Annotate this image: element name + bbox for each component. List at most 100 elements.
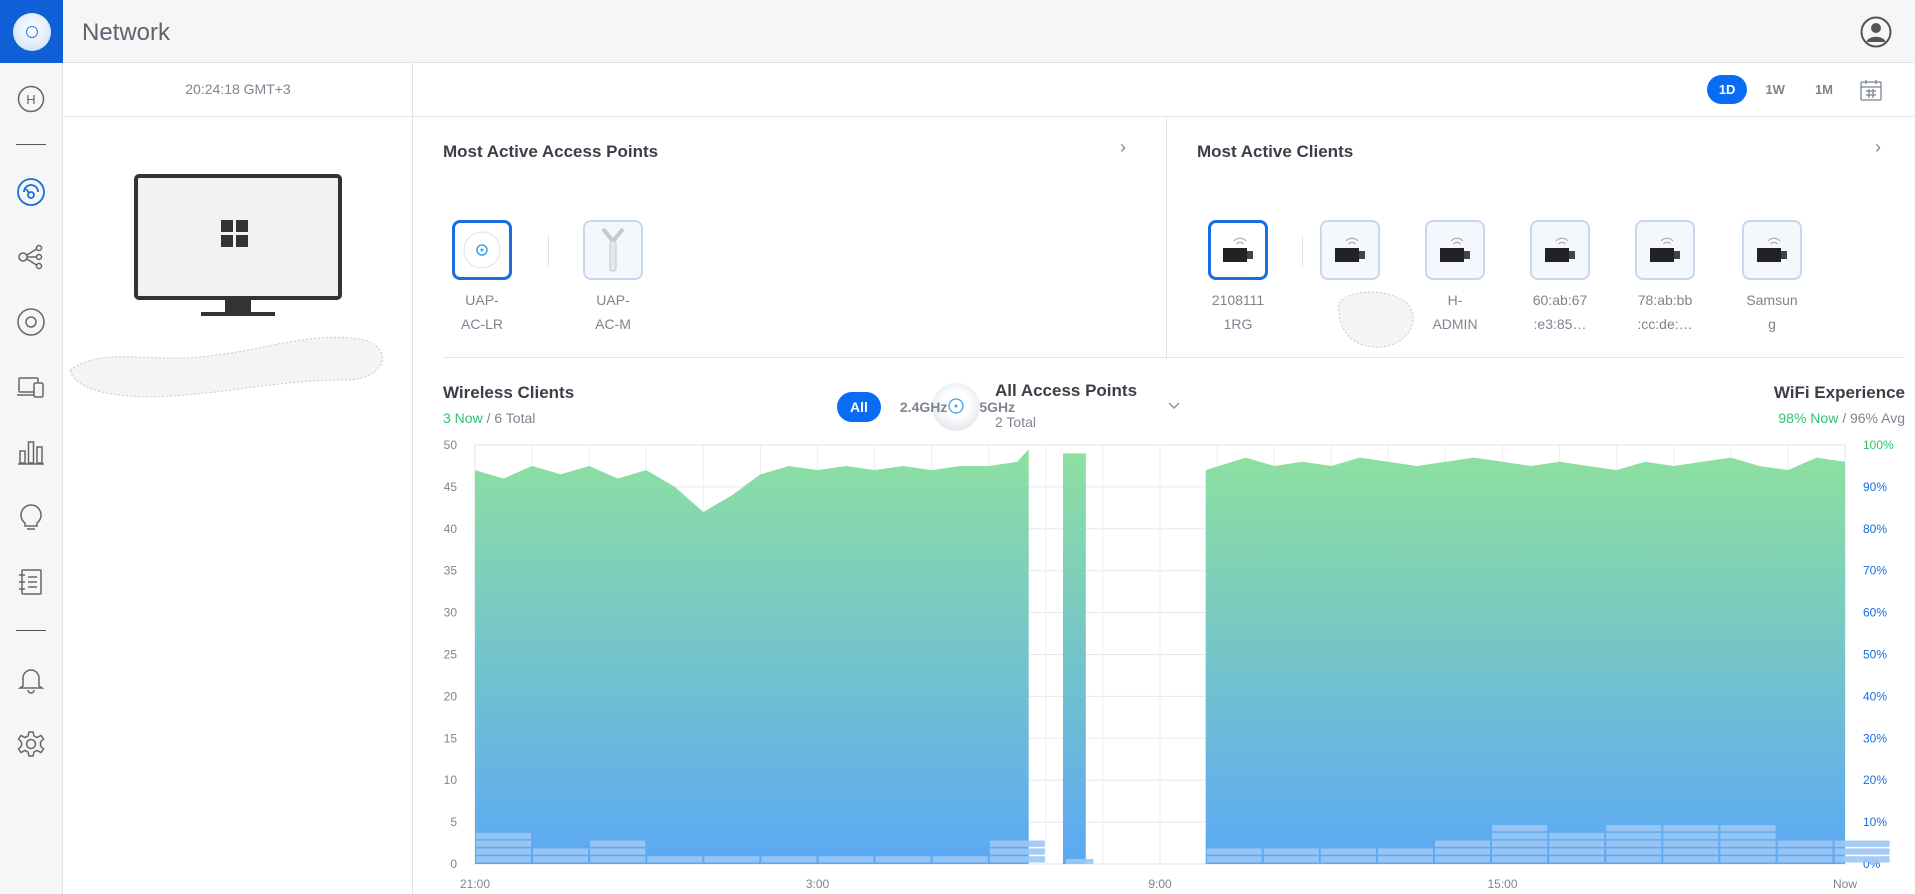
wifi-experience-title: WiFi Experience [1773, 383, 1905, 402]
client-label-line2: :e3:85… [1533, 316, 1587, 332]
y-tick-label: 0 [450, 857, 457, 871]
y2-tick-label: 40% [1863, 689, 1887, 703]
client-bar [1720, 840, 1776, 847]
client-bar [533, 848, 589, 855]
client-bar [1777, 856, 1833, 863]
client-label-line2: 1RG [1223, 316, 1253, 332]
mesh-ap-icon [601, 227, 625, 272]
client-bar [1606, 856, 1662, 863]
x-tick-label: 9:00 [1148, 877, 1172, 891]
home-icon[interactable]: H [15, 83, 47, 115]
client-bar [761, 856, 817, 863]
client-tile[interactable] [1208, 220, 1268, 280]
statistics-icon[interactable] [15, 436, 47, 468]
client-item[interactable]: 2108111 1RG [1206, 220, 1270, 336]
chevron-right-icon[interactable]: › [1120, 137, 1126, 158]
client-tile[interactable] [1530, 220, 1590, 280]
wireless-clients-summary: 3 Now / 6 Total [443, 410, 535, 426]
client-item[interactable]: Samsun g [1740, 220, 1804, 336]
client-item[interactable]: 78:ab:bb:cc:de:… [1633, 220, 1697, 336]
band-tab-24ghz[interactable]: 2.4GHz [887, 392, 960, 422]
y-tick-label: 45 [444, 480, 458, 494]
client-bar [1606, 825, 1662, 832]
gear-icon[interactable] [15, 728, 47, 760]
scribble-mark [1338, 291, 1414, 348]
client-label-line1: 78:ab:bb [1637, 292, 1693, 308]
events-icon[interactable] [15, 566, 47, 598]
client-bar [1663, 840, 1719, 847]
band-tab-5ghz[interactable]: 5GHz [966, 392, 1028, 422]
ap-item[interactable]: UAP- AC-M [581, 220, 645, 336]
wifi-now: 98% Now [1778, 410, 1839, 426]
home-letter: H [26, 92, 35, 107]
range-tab-1w[interactable]: 1W [1753, 75, 1797, 104]
divider [548, 236, 549, 266]
chevron-right-icon[interactable]: › [1875, 137, 1881, 158]
client-tile[interactable] [1320, 220, 1380, 280]
ap-label-line2: AC-M [595, 316, 631, 332]
client-bar [1206, 848, 1262, 855]
wifi-experience-summary: 98% Now / 96% Avg [1778, 410, 1905, 426]
client-item[interactable]: 60:ab:67 :e3:85… [1528, 220, 1592, 336]
client-bar [1720, 825, 1776, 832]
client-tile[interactable] [1742, 220, 1802, 280]
band-tab-all[interactable]: All [837, 392, 881, 422]
chevron-down-icon[interactable] [1167, 401, 1181, 411]
topology-icon[interactable] [15, 241, 47, 273]
wireless-client-icon [1757, 237, 1787, 262]
client-bar [476, 856, 532, 863]
client-label-line2: g [1768, 316, 1776, 332]
client-bar [476, 840, 532, 847]
client-tile[interactable] [1635, 220, 1695, 280]
most-active-clients-title: Most Active Clients [1197, 142, 1354, 161]
y-tick-label: 20 [444, 689, 458, 703]
x-tick-label: 3:00 [806, 877, 830, 891]
divider [443, 357, 1905, 358]
y2-tick-label: 10% [1863, 815, 1887, 829]
sidebar-divider [16, 144, 46, 145]
clock-readout: 20:24:18 GMT+3 [185, 81, 291, 97]
device-panel: 20:24:18 GMT+3 [63, 63, 413, 894]
user-avatar-icon[interactable] [1860, 16, 1892, 48]
scribble-mark [69, 336, 383, 398]
y-tick-label: 50 [444, 438, 458, 452]
range-tab-1d[interactable]: 1D [1706, 75, 1748, 104]
client-bar [1663, 856, 1719, 863]
client-bar [989, 848, 1045, 855]
calendar-icon[interactable] [1859, 78, 1883, 102]
y2-tick-label: 70% [1863, 564, 1887, 578]
insights-icon[interactable] [15, 501, 47, 533]
bell-icon[interactable] [15, 663, 47, 695]
x-tick-label: Now [1833, 877, 1857, 891]
client-bar [476, 832, 532, 840]
y-tick-label: 35 [444, 564, 458, 578]
ap-tile[interactable] [452, 220, 512, 280]
clients-icon[interactable] [15, 371, 47, 403]
y2-tick-label: 80% [1863, 522, 1887, 536]
client-bar [1492, 840, 1548, 847]
devices-icon[interactable] [15, 306, 47, 338]
dashboard-icon[interactable] [15, 176, 47, 208]
wifi-experience-area [1062, 453, 1086, 864]
range-tab-1m[interactable]: 1M [1803, 75, 1845, 104]
wireless-client-icon [1223, 237, 1253, 262]
client-tile[interactable] [1425, 220, 1485, 280]
client-bar [1549, 856, 1605, 863]
app-logo[interactable] [0, 0, 63, 63]
client-label-line1: Samsun [1746, 292, 1798, 308]
client-bar [1435, 840, 1491, 847]
ap-tile[interactable] [583, 220, 643, 280]
client-bar [1320, 856, 1376, 863]
client-bar [1663, 825, 1719, 832]
client-item[interactable]: H- ADMIN [1423, 220, 1487, 336]
ap-label-line1: UAP- [465, 292, 499, 308]
client-bar [1492, 848, 1548, 855]
ap-item[interactable]: UAP- AC-LR [450, 220, 514, 336]
y2-tick-label: 100% [1863, 438, 1894, 452]
y2-tick-label: 90% [1863, 480, 1887, 494]
wireless-now: 3 Now [443, 410, 483, 426]
client-bar [1606, 832, 1662, 840]
client-label-line1: 60:ab:67 [1532, 292, 1588, 308]
logo-icon [12, 12, 51, 51]
client-bar [1834, 840, 1890, 847]
